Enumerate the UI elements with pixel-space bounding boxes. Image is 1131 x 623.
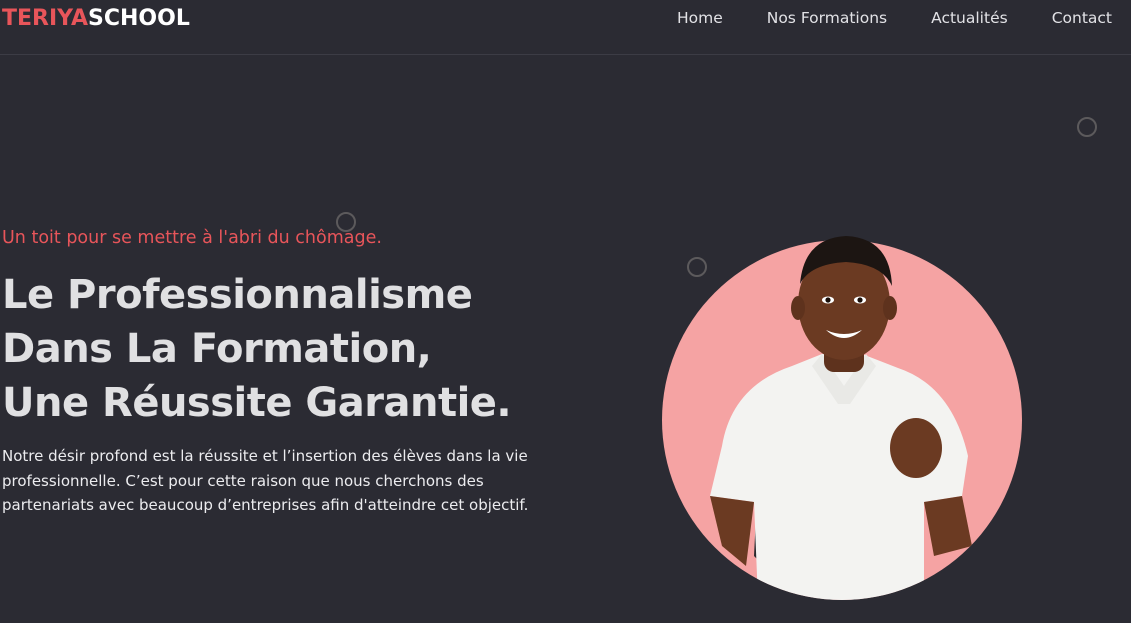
student-illustration: [662, 236, 1022, 600]
nav-link-formations[interactable]: Nos Formations: [767, 9, 887, 27]
hero-headline: Le Professionnalisme Dans La Formation, …: [2, 268, 602, 430]
nav-link-home[interactable]: Home: [677, 9, 723, 27]
brand-logo[interactable]: TERIYASCHOOL: [2, 6, 190, 31]
hero-tagline: Un toit pour se mettre à l'abri du chôma…: [2, 228, 382, 248]
hero-headline-line: Une Réussite Garantie.: [2, 380, 512, 426]
nav-link-contact[interactable]: Contact: [1052, 9, 1112, 27]
hero-description: Notre désir profond est la réussite et l…: [2, 447, 529, 514]
nav-link-actualites[interactable]: Actualités: [931, 9, 1008, 27]
navbar: TERIYASCHOOL Home Nos Formations Actuali…: [0, 0, 1131, 55]
hero-student-image: [662, 226, 1022, 600]
page: TERIYASCHOOL Home Nos Formations Actuali…: [0, 0, 1131, 623]
hero-headline-line: Dans La Formation,: [2, 326, 432, 372]
brand-logo-accent: TERIYA: [2, 6, 89, 31]
main-nav: Home Nos Formations Actualités Contact: [633, 9, 1112, 27]
decorative-ring: [1077, 117, 1097, 137]
brand-logo-main: SCHOOL: [88, 6, 190, 31]
hero-headline-line: Le Professionnalisme: [2, 272, 473, 318]
